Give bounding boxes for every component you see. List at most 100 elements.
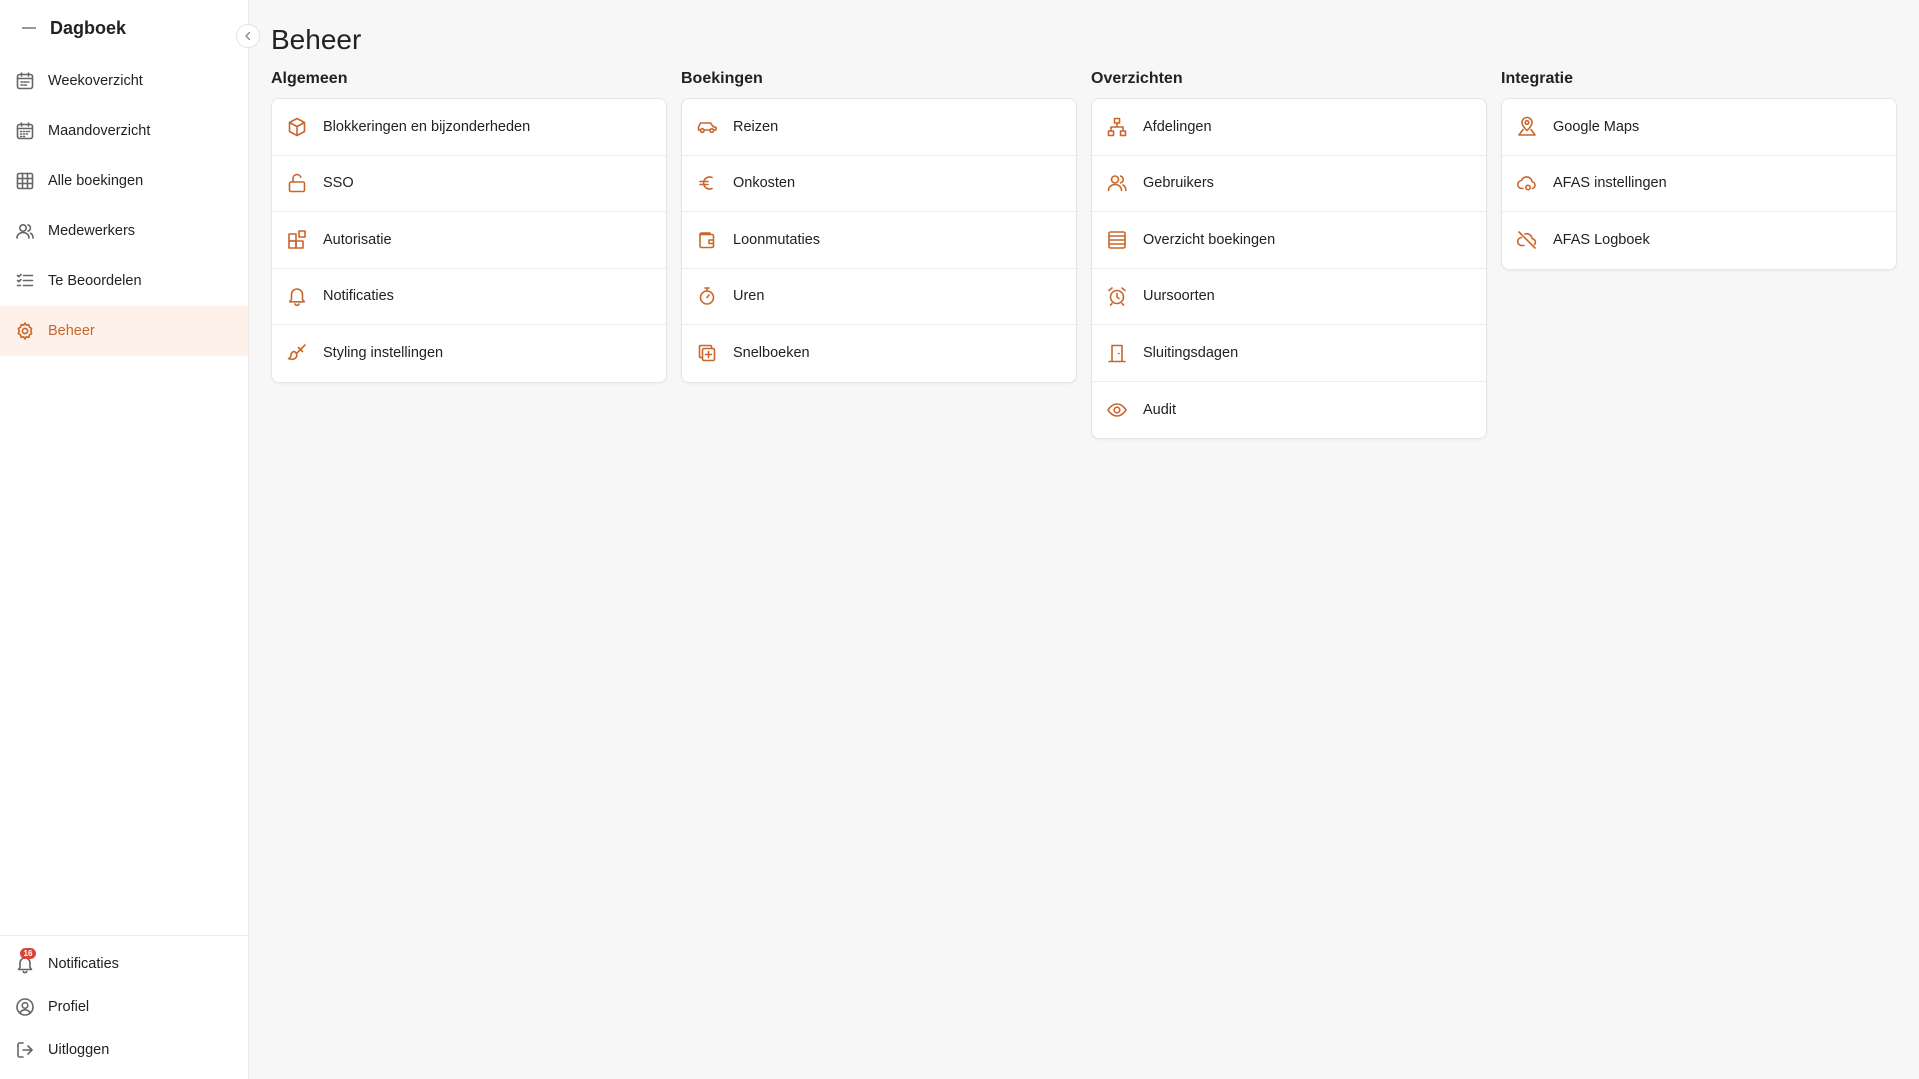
car-icon (696, 116, 718, 138)
settings-item-label: Blokkeringen en bijzonderheden (323, 118, 531, 135)
sidebar: Dagboek Weekoverzicht Maandoverzicht All… (0, 0, 260, 1079)
gear-icon (15, 321, 35, 341)
settings-item-notificaties[interactable]: Notificaties (272, 269, 666, 325)
main-content: Beheer Algemeen Blokkeringen en bijzonde… (249, 0, 1919, 1079)
settings-item-gebruikers[interactable]: Gebruikers (1092, 156, 1486, 212)
column-algemeen: Algemeen Blokkeringen en bijzonderheden … (271, 70, 667, 439)
minus-icon (22, 27, 36, 29)
settings-item-label: Afdelingen (1143, 118, 1212, 135)
column-title: Integratie (1501, 70, 1574, 87)
sidebar-item-label: Te Beoordelen (48, 273, 142, 289)
sidebar-item-alle-boekingen[interactable]: Alle boekingen (0, 156, 248, 206)
settings-item-loonmutaties[interactable]: Loonmutaties (682, 212, 1076, 269)
bell-icon (286, 285, 308, 307)
blocks-icon (286, 229, 308, 251)
settings-card: Afdelingen Gebruikers Overzicht boekinge… (1091, 98, 1487, 439)
settings-item-label: Sluitingsdagen (1143, 344, 1239, 361)
column-integratie: Integratie Google Maps AFAS instellingen… (1501, 70, 1897, 439)
bell-icon: 16 (15, 947, 36, 974)
door-icon (1106, 342, 1128, 364)
sidebar-item-label: Profiel (48, 998, 90, 1015)
sidebar-item-medewerkers[interactable]: Medewerkers (0, 206, 248, 256)
settings-item-afas-instellingen[interactable]: AFAS instellingen (1502, 156, 1896, 212)
settings-item-onkosten[interactable]: Onkosten (682, 156, 1076, 212)
settings-item-label: Notificaties (323, 288, 394, 305)
sidebar-item-profiel[interactable]: Profiel (0, 985, 248, 1028)
notification-count-badge: 16 (20, 947, 36, 959)
brand: Dagboek (0, 0, 248, 56)
settings-item-audit[interactable]: Audit (1092, 382, 1486, 439)
settings-item-label: Loonmutaties (733, 231, 821, 248)
settings-item-label: AFAS instellingen (1553, 175, 1667, 192)
settings-card: Google Maps AFAS instellingen AFAS Logbo… (1501, 98, 1897, 270)
settings-item-overzicht-boekingen[interactable]: Overzicht boekingen (1092, 212, 1486, 269)
settings-item-label: Snelboeken (733, 345, 810, 362)
euro-icon (696, 172, 718, 194)
settings-item-autorisatie[interactable]: Autorisatie (272, 212, 666, 269)
wallet-icon (696, 229, 718, 251)
sidebar-item-label: Beheer (48, 323, 95, 339)
users-icon (1106, 172, 1128, 194)
sidebar-item-label: Weekoverzicht (48, 73, 143, 89)
settings-item-sluitingsdagen[interactable]: Sluitingsdagen (1092, 325, 1486, 382)
settings-item-label: Uursoorten (1143, 288, 1215, 305)
eye-icon (1106, 399, 1128, 421)
sidebar-item-label: Maandoverzicht (48, 123, 151, 139)
checklist-icon (15, 271, 35, 291)
org-chart-icon (1106, 116, 1128, 138)
sidebar-item-label: Medewerkers (48, 223, 136, 239)
settings-item-label: Reizen (733, 118, 779, 135)
sidebar-item-beheer[interactable]: Beheer (0, 306, 248, 356)
calendar-month-icon (15, 121, 35, 141)
settings-card: Reizen Onkosten Loonmutaties Uren Snelbo… (681, 98, 1077, 383)
settings-item-label: SSO (323, 175, 354, 192)
column-title: Overzichten (1091, 70, 1183, 87)
sidebar-item-weekoverzicht[interactable]: Weekoverzicht (0, 56, 248, 106)
settings-item-label: Audit (1143, 401, 1177, 418)
sidebar-item-te-beoordelen[interactable]: Te Beoordelen (0, 256, 248, 306)
collapse-sidebar-button[interactable] (236, 24, 260, 48)
cloud-gear-icon (1516, 172, 1538, 194)
sidebar-item-notificaties[interactable]: 16 Notificaties (0, 942, 248, 985)
sidebar-item-uitloggen[interactable]: Uitloggen (0, 1028, 248, 1071)
column-title: Boekingen (681, 70, 763, 87)
settings-item-google-maps[interactable]: Google Maps (1502, 99, 1896, 156)
cube-icon (286, 116, 308, 138)
app-title: Dagboek (50, 17, 127, 38)
settings-card: Blokkeringen en bijzonderheden SSO Autor… (271, 98, 667, 383)
settings-item-snelboeken[interactable]: Snelboeken (682, 325, 1076, 382)
settings-item-styling[interactable]: Styling instellingen (272, 325, 666, 382)
cloud-off-icon (1516, 229, 1538, 251)
settings-item-blokkeringen[interactable]: Blokkeringen en bijzonderheden (272, 99, 666, 156)
lock-open-icon (286, 172, 308, 194)
users-icon (15, 221, 35, 241)
settings-item-label: Styling instellingen (323, 345, 444, 362)
sidebar-item-maandoverzicht[interactable]: Maandoverzicht (0, 106, 248, 156)
settings-item-label: Uren (733, 288, 765, 305)
column-overzichten: Overzichten Afdelingen Gebruikers Overzi… (1091, 70, 1487, 439)
map-pin-icon (1516, 116, 1538, 138)
settings-columns: Algemeen Blokkeringen en bijzonderheden … (271, 70, 1897, 439)
settings-item-label: Google Maps (1553, 118, 1640, 135)
alarm-clock-icon (1106, 285, 1128, 307)
settings-item-reizen[interactable]: Reizen (682, 99, 1076, 156)
sidebar-item-label: Alle boekingen (48, 173, 144, 189)
column-title: Algemeen (271, 70, 348, 87)
settings-item-label: Autorisatie (323, 231, 392, 248)
table-icon (15, 171, 35, 191)
settings-item-uren[interactable]: Uren (682, 269, 1076, 325)
sidebar-bottom: 16 Notificaties Profiel Uitloggen (0, 935, 248, 1079)
settings-item-label: Overzicht boekingen (1143, 231, 1276, 248)
settings-item-sso[interactable]: SSO (272, 156, 666, 212)
logout-icon (15, 1040, 35, 1060)
user-circle-icon (15, 997, 35, 1017)
list-table-icon (1106, 229, 1128, 251)
settings-item-label: Gebruikers (1143, 175, 1214, 192)
settings-item-uursoorten[interactable]: Uursoorten (1092, 269, 1486, 325)
sidebar-nav: Weekoverzicht Maandoverzicht Alle boekin… (0, 56, 248, 356)
sidebar-item-label: Uitloggen (48, 1041, 110, 1058)
settings-item-afdelingen[interactable]: Afdelingen (1092, 99, 1486, 156)
settings-item-afas-logboek[interactable]: AFAS Logboek (1502, 212, 1896, 269)
chevron-left-icon (245, 31, 251, 41)
square-plus-icon (696, 342, 718, 364)
